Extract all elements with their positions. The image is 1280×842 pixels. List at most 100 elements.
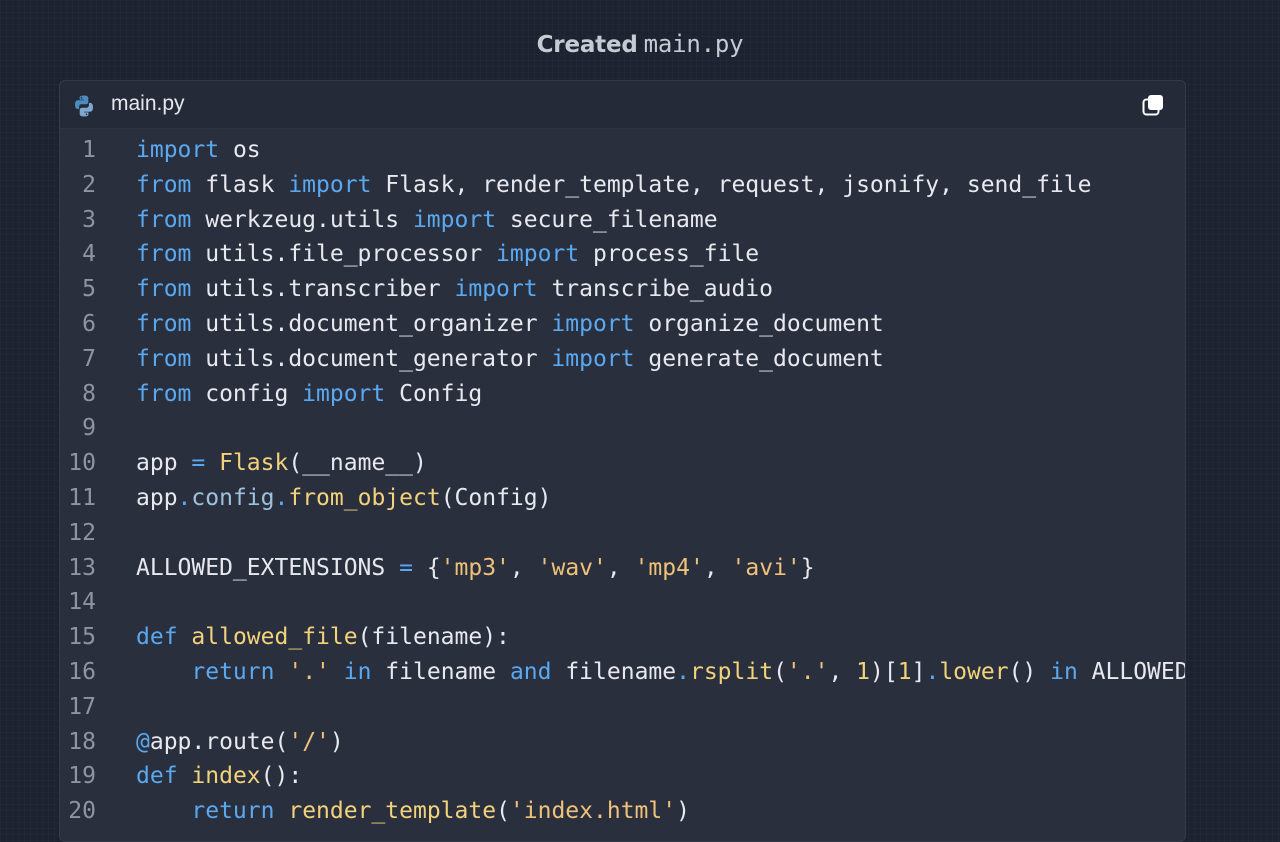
- code-token: utils.transcriber: [191, 276, 455, 303]
- code-line: 3 from werkzeug.utils import secure_filen…: [60, 203, 1185, 238]
- code-token: from: [136, 241, 192, 268]
- line-number: 10: [68, 450, 96, 477]
- title-word: Created: [536, 32, 638, 58]
- code-token: from: [136, 345, 192, 372]
- code-line: 18 @app.route('/'): [60, 725, 1185, 760]
- code-token: app.route(: [149, 728, 289, 755]
- code-token: def: [136, 624, 178, 651]
- code-token: import: [551, 310, 635, 337]
- code-line: 1 import os: [60, 133, 1185, 168]
- code-token: from_object: [288, 484, 441, 511]
- code-token: def: [136, 763, 178, 790]
- code-text: return render_template('index.html'): [136, 794, 690, 829]
- code-token: in: [343, 658, 372, 685]
- code-token: import: [551, 345, 635, 372]
- code-token: ():: [260, 763, 303, 790]
- code-token: (): [1008, 658, 1051, 685]
- code-line: 15 def allowed_file(filename):: [60, 620, 1185, 655]
- code-panel: main.py 1 import os 2 from flask import Fla…: [59, 80, 1186, 842]
- code-token: import: [496, 241, 580, 268]
- line-number: 8: [82, 380, 96, 407]
- code-token: render_template: [288, 798, 497, 825]
- code-token: rsplit: [689, 658, 774, 685]
- code-token: '/': [288, 728, 330, 755]
- code-token: (: [496, 798, 510, 825]
- code-text: app.config.from_object(Config): [136, 481, 551, 516]
- line-number: 15: [68, 624, 96, 651]
- code-text: from werkzeug.utils import secure_filena…: [136, 203, 718, 238]
- code-token: '.': [786, 658, 829, 685]
- code-line: 5 from utils.transcriber import transcrib…: [60, 272, 1185, 307]
- code-token: utils.file_processor: [191, 241, 497, 268]
- code-token: )[: [870, 658, 898, 685]
- code-token: from: [136, 310, 192, 337]
- line-number: 14: [68, 589, 96, 616]
- line-number: 4: [82, 241, 96, 268]
- code-token: Flask, render_template, request, jsonify…: [371, 171, 1092, 198]
- code-token: ,: [606, 554, 635, 581]
- code-line: 6 from utils.document_organizer import or…: [60, 307, 1185, 342]
- code-token: ,: [703, 554, 732, 581]
- code-token: and: [509, 658, 552, 685]
- code-text: @app.route('/'): [136, 725, 344, 760]
- code-token: os: [219, 137, 261, 163]
- tab-filename: main.py: [111, 92, 185, 115]
- line-number: 1: [82, 137, 96, 163]
- code-token: 'mp4': [634, 554, 704, 581]
- code-token: =: [191, 450, 206, 477]
- code-line: 11 app.config.from_object(Config): [60, 481, 1185, 516]
- code-token: import: [302, 380, 386, 407]
- code-token: 'mp3': [440, 554, 510, 581]
- code-line: 9: [60, 411, 1185, 446]
- code-line: 13 ALLOWED_EXTENSIONS = {'mp3', 'wav', 'm…: [60, 551, 1185, 586]
- code-token: (Config): [440, 484, 552, 511]
- code-token: allowed_file: [191, 624, 358, 651]
- line-number: 2: [82, 171, 96, 198]
- code-line: 17: [60, 690, 1185, 725]
- line-number: 19: [68, 763, 96, 790]
- copy-icon[interactable]: [1141, 93, 1165, 117]
- code-token: '.': [288, 658, 330, 685]
- code-token: ): [676, 798, 690, 825]
- code-text: app = Flask(__name__): [136, 446, 427, 481]
- code-token: in: [1050, 658, 1078, 685]
- line-number: 3: [82, 206, 96, 233]
- python-icon: [75, 95, 93, 117]
- code-text: def allowed_file(filename):: [136, 620, 510, 655]
- code-token: }: [800, 554, 815, 581]
- code-text: from utils.file_processor import process…: [136, 237, 759, 272]
- line-number: 17: [68, 693, 96, 720]
- code-text: return '.' in filename and filename.rspl…: [136, 655, 1185, 690]
- line-number: 12: [68, 519, 96, 546]
- code-token: 'avi': [731, 554, 801, 581]
- code-token: ,: [828, 658, 857, 685]
- code-token: ALLOWED_EXTENSIONS: [1091, 658, 1185, 685]
- code-token: Config: [385, 380, 483, 407]
- code-token: return: [191, 798, 275, 825]
- code-line: 12: [60, 516, 1185, 551]
- code-token: 1: [897, 658, 912, 685]
- code-token: generate_document: [634, 345, 884, 372]
- code-line: 8 from config import Config: [60, 377, 1185, 412]
- code-token: flask: [191, 171, 289, 198]
- code-token: =: [399, 554, 413, 581]
- code-token: lower: [939, 658, 1009, 685]
- code-token: app: [136, 450, 192, 477]
- code-line: 10 app = Flask(__name__): [60, 446, 1185, 481]
- code-token: config: [191, 380, 303, 407]
- code-block: 1 import os 2 from flask import Flask, rend…: [60, 129, 1185, 829]
- code-token: 'wav': [537, 554, 607, 581]
- code-line: 7 from utils.document_generator import ge…: [60, 342, 1185, 377]
- code-token: .: [676, 658, 690, 685]
- code-token: (filename):: [357, 624, 510, 651]
- code-text: def index():: [136, 759, 302, 794]
- code-token: werkzeug.utils: [191, 206, 413, 233]
- code-token: from: [136, 171, 192, 198]
- line-number: 6: [82, 310, 96, 337]
- code-token: Flask: [219, 450, 289, 477]
- code-text: from utils.document_organizer import org…: [136, 307, 884, 342]
